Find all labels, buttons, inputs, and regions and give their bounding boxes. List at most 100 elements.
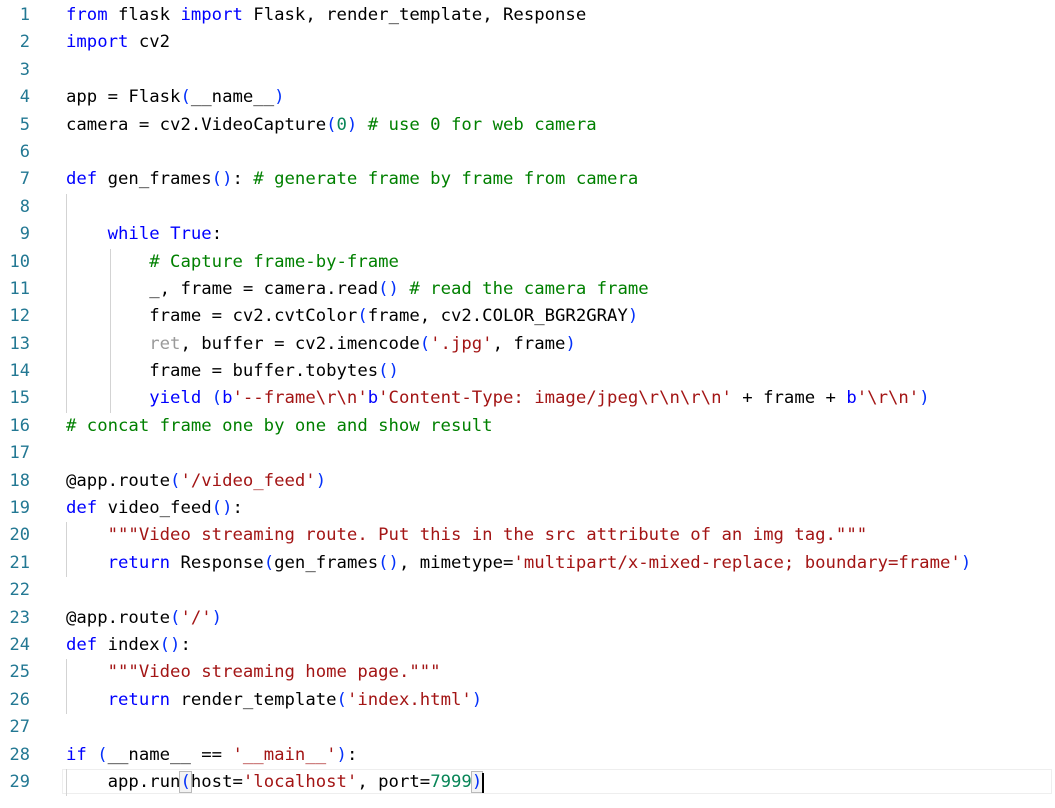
code-token: () bbox=[378, 361, 399, 382]
code-text[interactable]: def gen_frames(): # generate frame by fr… bbox=[66, 166, 638, 193]
code-line[interactable]: 29 app.run(host='localhost', port=7999) bbox=[0, 768, 1055, 797]
code-token: ) bbox=[274, 87, 285, 108]
code-line[interactable]: 16 # concat frame one by one and show res… bbox=[0, 413, 1055, 440]
code-token: frame = buffer.tobytes bbox=[66, 361, 379, 382]
code-token: () bbox=[211, 498, 233, 519]
code-line[interactable]: 1 from flask import Flask, render_templat… bbox=[0, 2, 1055, 29]
code-token: : bbox=[346, 744, 358, 765]
code-line[interactable]: 18 @app.route('/video_feed') bbox=[0, 468, 1055, 495]
code-line[interactable]: 3 bbox=[0, 57, 1055, 84]
code-line[interactable]: 9 while True: bbox=[0, 221, 1055, 249]
code-token: 'localhost' bbox=[242, 771, 358, 792]
code-line[interactable]: 21 return Response(gen_frames(), mimetyp… bbox=[0, 549, 1055, 578]
code-text[interactable]: while True: bbox=[66, 221, 222, 248]
code-token: from bbox=[66, 5, 108, 25]
text-cursor bbox=[482, 772, 485, 793]
code-line[interactable]: 15 yield (b'--frame\r\n'b'Content-Type: … bbox=[0, 385, 1055, 413]
code-line[interactable]: 12 frame = cv2.cvtColor(frame, cv2.COLOR… bbox=[0, 303, 1055, 331]
code-line[interactable]: 27 bbox=[0, 714, 1055, 741]
code-line[interactable]: 19 def video_feed(): bbox=[0, 495, 1055, 522]
code-line[interactable]: 28 if (__name__ == '__main__'): bbox=[0, 742, 1055, 769]
code-line[interactable]: 6 bbox=[0, 139, 1055, 166]
code-line[interactable]: 5 camera = cv2.VideoCapture(0) # use 0 fo… bbox=[0, 112, 1055, 139]
code-line[interactable]: 24 def index(): bbox=[0, 632, 1055, 659]
code-text[interactable]: frame = buffer.tobytes() bbox=[66, 358, 399, 385]
code-text[interactable]: def video_feed(): bbox=[66, 495, 243, 522]
code-token: '__main__' bbox=[232, 744, 337, 765]
code-text[interactable]: @app.route('/video_feed') bbox=[66, 468, 326, 495]
code-editor[interactable]: 1 from flask import Flask, render_templat… bbox=[0, 2, 1055, 797]
line-number: 19 bbox=[9, 498, 30, 519]
code-line[interactable]: 23 @app.route('/') bbox=[0, 605, 1055, 632]
code-text[interactable]: yield (b'--frame\r\n'b'Content-Type: ima… bbox=[66, 385, 929, 412]
code-line[interactable]: 25 """Video streaming home page.""" bbox=[0, 659, 1055, 687]
code-token: b bbox=[367, 388, 379, 409]
code-text[interactable]: app.run(host='localhost', port=7999) bbox=[66, 769, 485, 796]
line-number: 26 bbox=[9, 689, 30, 710]
code-line[interactable]: 7 def gen_frames(): # generate frame by f… bbox=[0, 166, 1055, 193]
line-number: 18 bbox=[9, 470, 30, 491]
code-text[interactable]: if (__name__ == '__main__'): bbox=[66, 742, 357, 769]
code-text[interactable]: def index(): bbox=[66, 632, 191, 659]
code-token: + frame + bbox=[731, 388, 847, 409]
code-token: 'multipart/x-mixed-replace; boundary=fra… bbox=[513, 552, 961, 573]
code-token: gen_frames bbox=[97, 169, 212, 190]
code-line[interactable]: 22 bbox=[0, 577, 1055, 604]
code-text[interactable]: ret, buffer = cv2.imencode('.jpg', frame… bbox=[66, 331, 576, 358]
code-token: index bbox=[97, 634, 160, 655]
code-token: import bbox=[180, 5, 243, 25]
code-token: ( bbox=[419, 333, 431, 354]
code-token: Response bbox=[170, 552, 264, 573]
code-text[interactable]: camera = cv2.VideoCapture(0) # use 0 for… bbox=[66, 112, 597, 139]
code-line[interactable]: 8 bbox=[0, 193, 1055, 222]
code-line[interactable]: 4 app = Flask(__name__) bbox=[0, 84, 1055, 111]
code-token: '--frame\r\n' bbox=[232, 388, 368, 409]
code-token: @app.route bbox=[66, 470, 171, 491]
code-token: ( bbox=[180, 87, 191, 108]
code-token: 0 bbox=[336, 114, 347, 135]
code-text[interactable]: """Video streaming route. Put this in th… bbox=[66, 522, 868, 549]
code-line[interactable]: 17 bbox=[0, 440, 1055, 467]
code-token: : bbox=[232, 498, 243, 519]
code-line[interactable]: 26 return render_template('index.html') bbox=[0, 686, 1055, 715]
code-text[interactable]: @app.route('/') bbox=[66, 605, 222, 632]
code-line[interactable]: 11 _, frame = camera.read() # read the c… bbox=[0, 275, 1055, 304]
code-token: : bbox=[180, 634, 191, 655]
code-token: ) bbox=[960, 552, 972, 573]
code-token: ( bbox=[170, 607, 181, 628]
code-line[interactable]: 10 # Capture frame-by-frame bbox=[0, 248, 1055, 276]
code-token: app.run bbox=[66, 771, 181, 792]
code-token: return bbox=[107, 689, 171, 710]
code-line[interactable]: 14 frame = buffer.tobytes() bbox=[0, 358, 1055, 386]
line-number: 14 bbox=[9, 361, 30, 382]
code-text[interactable]: import cv2 bbox=[66, 29, 170, 56]
line-number: 8 bbox=[19, 196, 30, 217]
line-number: 15 bbox=[9, 388, 30, 409]
code-token: # read the camera frame bbox=[398, 278, 649, 299]
code-text[interactable]: # concat frame one by one and show resul… bbox=[66, 413, 493, 440]
code-text[interactable]: return Response(gen_frames(), mimetype='… bbox=[66, 550, 972, 577]
code-token: def bbox=[66, 634, 98, 655]
code-token: ) bbox=[211, 607, 223, 628]
line-number: 25 bbox=[9, 662, 30, 683]
code-text[interactable]: frame = cv2.cvtColor(frame, cv2.COLOR_BG… bbox=[66, 303, 638, 330]
code-text[interactable]: return render_template('index.html') bbox=[66, 687, 483, 714]
code-text[interactable]: _, frame = camera.read() # read the came… bbox=[66, 276, 649, 303]
line-number: 6 bbox=[19, 141, 30, 162]
code-token: flask bbox=[107, 5, 181, 25]
code-text[interactable]: app = Flask(__name__) bbox=[66, 84, 285, 111]
code-token: 'index.html' bbox=[346, 689, 472, 710]
code-token: ) bbox=[315, 470, 327, 491]
code-token: ret bbox=[149, 333, 181, 354]
line-number: 2 bbox=[19, 32, 30, 53]
code-line[interactable]: 2 import cv2 bbox=[0, 29, 1055, 56]
code-line[interactable]: 13 ret, buffer = cv2.imencode('.jpg', fr… bbox=[0, 330, 1055, 359]
code-token: True bbox=[170, 224, 212, 245]
code-text[interactable]: from flask import Flask, render_template… bbox=[66, 2, 586, 29]
code-text[interactable]: # Capture frame-by-frame bbox=[66, 249, 399, 276]
line-number: 21 bbox=[9, 552, 30, 573]
code-text[interactable]: """Video streaming home page.""" bbox=[66, 659, 441, 686]
code-line[interactable]: 20 """Video streaming route. Put this in… bbox=[0, 522, 1055, 550]
